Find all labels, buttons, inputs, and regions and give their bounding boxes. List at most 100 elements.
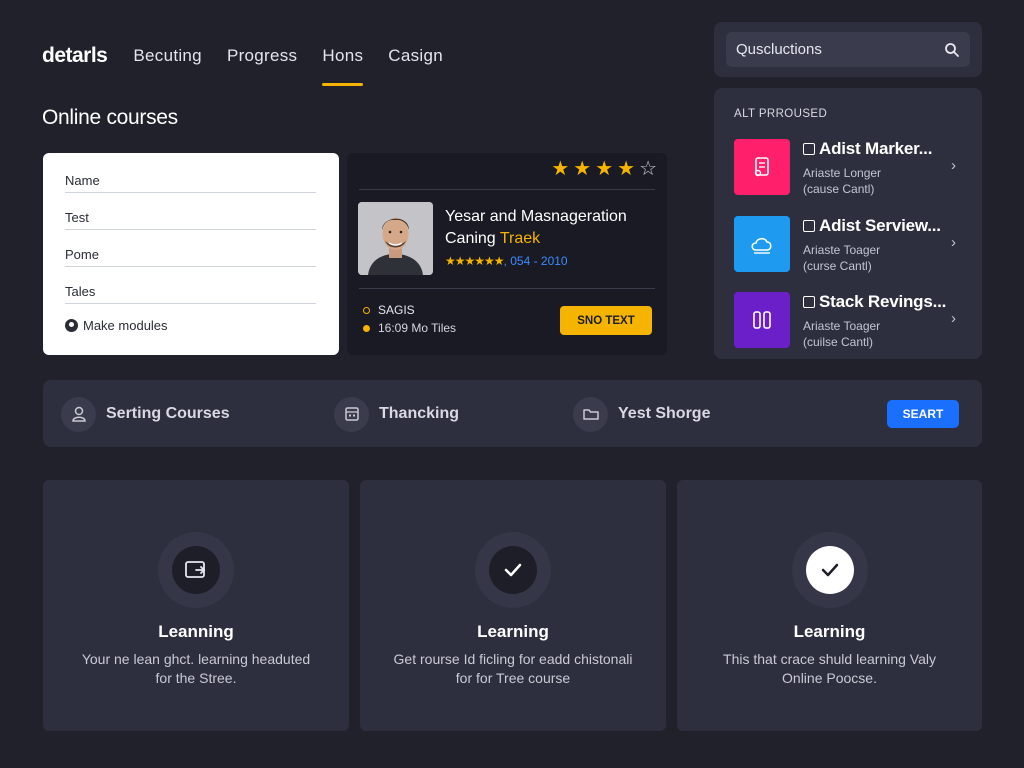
alt-panel-title: ALT PRROUSED xyxy=(734,108,828,120)
alt-list-item[interactable]: Stack Revings... Ariaste Toager (cuilse C… xyxy=(734,292,974,350)
edit-icon xyxy=(803,220,815,232)
feature-icon-ring xyxy=(791,532,868,608)
feature-card[interactable]: Learning This that crace shuld learning … xyxy=(677,480,982,731)
document-icon xyxy=(734,139,790,195)
feature-description: This that crace shuld learning Valy Onli… xyxy=(723,651,936,686)
action-thancking[interactable]: Thancking xyxy=(334,396,459,432)
chevron-right-icon[interactable]: › xyxy=(951,157,956,174)
feature-title: Leanning xyxy=(158,622,234,641)
calendar-icon xyxy=(334,396,369,432)
check-circle-icon xyxy=(805,546,854,594)
alt-item-sub: Ariaste Toager (curse Cantl) xyxy=(803,242,880,274)
search-input-value: Quscluctions xyxy=(736,41,822,58)
feature-card[interactable]: Learning Get rourse Id ficling for eadd … xyxy=(360,480,666,731)
nav-item-hons[interactable]: Hons xyxy=(322,40,364,86)
alt-list-item[interactable]: Adist Marker... Ariaste Longer (cause Can… xyxy=(734,139,974,197)
edit-icon xyxy=(803,296,815,308)
star-filled-icon[interactable]: ★ xyxy=(551,159,569,179)
star-filled-icon[interactable]: ★ xyxy=(573,159,591,179)
edit-icon xyxy=(803,143,815,155)
feature-description: Get rourse Id ficling for eadd chistonal… xyxy=(393,651,633,686)
feature-icon-ring xyxy=(475,532,551,608)
check-icon xyxy=(489,546,537,594)
user-icon xyxy=(61,396,96,432)
course-action-button[interactable]: SNO TEXT xyxy=(560,306,652,335)
course-card[interactable]: ★ ★ ★ ★ ☆ Yesar and Masnageration Caning Tra… xyxy=(347,153,667,355)
star-empty-icon[interactable]: ☆ xyxy=(639,159,657,179)
form-field-test[interactable]: Test xyxy=(65,193,316,230)
rating-meta-text: , 054 - 2010 xyxy=(503,254,568,268)
mini-stars: ★★★★★★ xyxy=(445,254,505,268)
page-title: Online courses xyxy=(42,106,178,129)
share-screen-icon xyxy=(172,546,220,594)
radio-icon xyxy=(65,319,78,332)
divider xyxy=(359,189,655,190)
alt-item-sub2: (curse Cantl) xyxy=(803,259,872,273)
action-yest-shorge[interactable]: Yest Shorge xyxy=(573,396,710,432)
form-field-pome[interactable]: Pome xyxy=(65,230,316,267)
nav-item-progress[interactable]: Progress xyxy=(227,40,297,72)
course-star-rating[interactable]: ★ ★ ★ ★ ☆ xyxy=(551,159,657,179)
alt-item-sub2: (cuilse Cantl) xyxy=(803,335,874,349)
alt-item-sub: Ariaste Longer (cause Cantl) xyxy=(803,165,881,197)
form-field-label: Tales xyxy=(65,284,96,299)
alt-item-sub1: Ariaste Longer xyxy=(803,166,882,180)
alt-item-sub2: (cause Cantl) xyxy=(803,182,875,196)
status-dot-icon xyxy=(363,306,370,314)
course-form-card: Name Test Pome Tales Make modules xyxy=(43,153,339,355)
alt-item-name: Adist Serview... xyxy=(803,216,941,236)
star-filled-icon[interactable]: ★ xyxy=(617,159,635,179)
course-rating-meta: ★★★★★★, 054 - 2010 xyxy=(445,254,568,268)
alt-item-name-text: Adist Marker... xyxy=(819,139,933,158)
form-field-name[interactable]: Name xyxy=(65,173,316,193)
divider xyxy=(359,288,655,289)
action-label: Serting Courses xyxy=(106,405,230,422)
feature-title: Learning xyxy=(477,622,549,641)
alt-item-name: Stack Revings... xyxy=(803,292,946,312)
action-label: Yest Shorge xyxy=(618,405,711,422)
course-title[interactable]: Yesar and Masnageration Caning Traek xyxy=(445,206,660,250)
nav-item-casign[interactable]: Casign xyxy=(388,40,443,72)
alt-item-sub1: Ariaste Toager xyxy=(803,319,881,333)
form-field-label: Name xyxy=(65,173,100,188)
action-bar: Serting Courses Thancking Yest Shorge SE… xyxy=(43,380,982,447)
feature-title: Learning xyxy=(793,622,866,641)
nav-item-becuting[interactable]: Becuting xyxy=(133,40,202,72)
top-nav: detarls Becuting Progress Hons Casign xyxy=(42,36,468,86)
search-input[interactable]: Quscluctions xyxy=(726,32,970,67)
make-modules-label: Make modules xyxy=(83,318,168,333)
alt-item-sub: Ariaste Toager (cuilse Cantl) xyxy=(803,318,880,350)
form-field-tales[interactable]: Tales xyxy=(65,267,316,304)
make-modules-link[interactable]: Make modules xyxy=(65,318,317,333)
star-filled-icon[interactable]: ★ xyxy=(595,159,613,179)
folder-icon xyxy=(573,396,608,432)
action-label: Thancking xyxy=(379,405,460,422)
chevron-right-icon[interactable]: › xyxy=(951,310,956,327)
alt-list-item[interactable]: Adist Serview... Ariaste Toager (curse Ca… xyxy=(734,216,974,274)
search-icon[interactable] xyxy=(944,42,960,58)
chevron-right-icon[interactable]: › xyxy=(951,234,956,251)
feature-description: Your ne lean ghct. learning headuted for… xyxy=(81,651,311,686)
cloud-icon xyxy=(734,216,790,272)
course-meta-time-label: 16:09 Mo Tiles xyxy=(378,321,457,335)
columns-icon xyxy=(734,292,790,348)
alt-item-sub1: Ariaste Toager xyxy=(803,243,881,257)
time-dot-icon xyxy=(363,324,370,332)
search-panel: Quscluctions xyxy=(714,22,982,77)
alt-panel: ALT PRROUSED Adist Marker... Ariaste Lon… xyxy=(714,88,982,359)
course-meta-time: 16:09 Mo Tiles xyxy=(363,321,456,335)
alt-item-name-text: Adist Serview... xyxy=(819,216,941,235)
feature-card[interactable]: Leanning Your ne lean ghct. learning hea… xyxy=(43,480,349,731)
search-button[interactable]: SEART xyxy=(887,400,959,428)
brand-logo[interactable]: detarls xyxy=(42,44,108,68)
feature-icon-ring xyxy=(158,532,234,608)
alt-item-name: Adist Marker... xyxy=(803,139,932,159)
instructor-avatar xyxy=(358,202,433,275)
form-field-label: Pome xyxy=(65,247,99,262)
course-meta-status: SAGIS xyxy=(363,303,415,317)
alt-item-name-text: Stack Revings... xyxy=(819,292,947,311)
course-meta-status-label: SAGIS xyxy=(378,303,415,317)
course-title-highlight: Traek xyxy=(499,230,541,247)
action-serting-courses[interactable]: Serting Courses xyxy=(61,396,230,432)
form-field-label: Test xyxy=(65,210,89,225)
